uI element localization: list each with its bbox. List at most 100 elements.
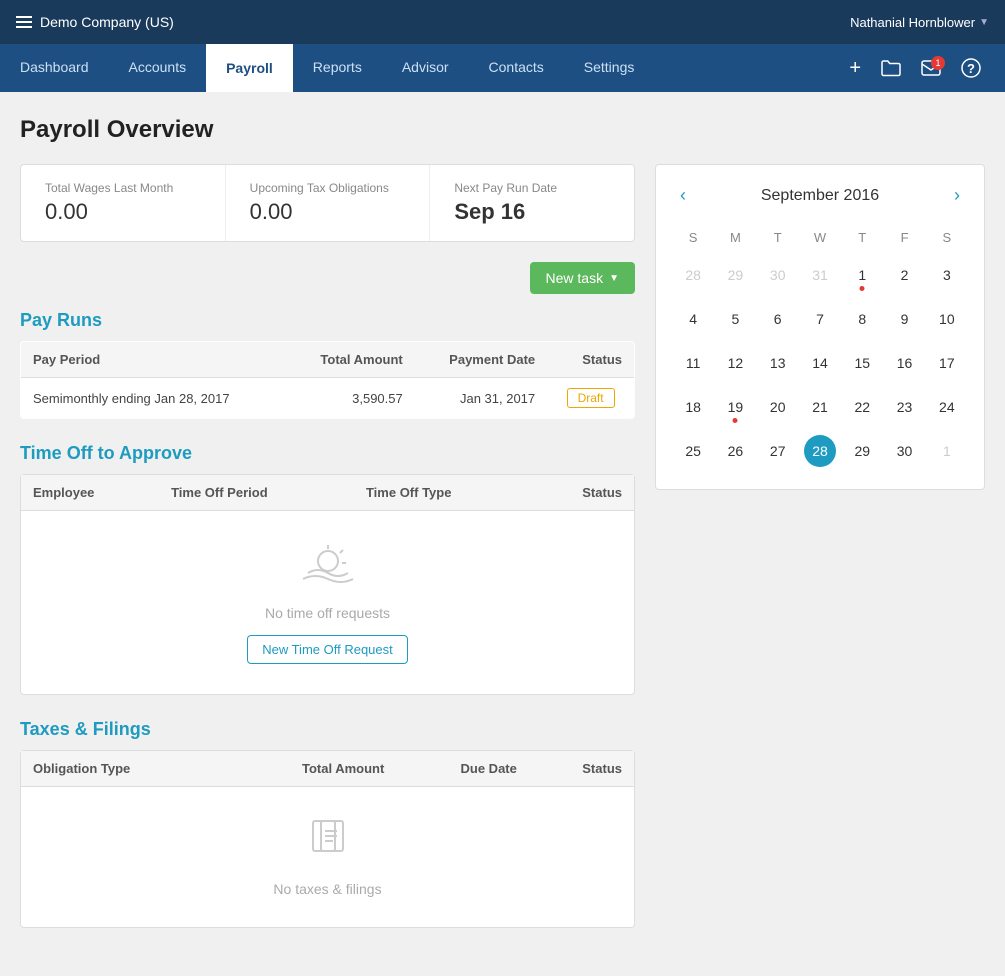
cal-day-s2: S [926,226,968,253]
cal-dot [860,286,865,291]
nav-contacts[interactable]: Contacts [469,44,564,92]
calendar-cell[interactable]: 27 [757,429,799,473]
nav-reports[interactable]: Reports [293,44,382,92]
cal-cell-inner: 27 [762,435,794,467]
stats-card: Total Wages Last Month 0.00 Upcoming Tax… [20,164,635,242]
new-task-button[interactable]: New task ▼ [530,262,635,294]
cal-cell-inner: 19 [719,391,751,423]
top-bar: Demo Company (US) Nathanial Hornblower ▼ [0,0,1005,44]
calendar-cell[interactable]: 6 [757,297,799,341]
nav-settings[interactable]: Settings [564,44,655,92]
total-amount-cell: 3,590.57 [287,378,415,419]
calendar-cell[interactable]: 18 [672,385,714,429]
cal-day-w: W [799,226,841,253]
cal-cell-inner: 28 [677,259,709,291]
new-time-off-request-button[interactable]: New Time Off Request [247,635,408,664]
user-dropdown-arrow[interactable]: ▼ [979,17,989,28]
calendar-cell[interactable]: 17 [926,341,968,385]
calendar-cell[interactable]: 1 [926,429,968,473]
pay-period-cell: Semimonthly ending Jan 28, 2017 [21,378,287,419]
col-taxes-status: Status [529,751,634,787]
cal-cell-inner: 8 [846,303,878,335]
cal-cell-inner: 14 [804,347,836,379]
table-row[interactable]: Semimonthly ending Jan 28, 2017 3,590.57… [21,378,635,419]
svg-text:?: ? [967,61,975,76]
calendar-cell[interactable]: 3 [926,253,968,297]
calendar-cell[interactable]: 7 [799,297,841,341]
calendar-cell[interactable]: 21 [799,385,841,429]
nav-actions: + 1 ? [841,53,1005,84]
calendar-cell[interactable]: 9 [883,297,925,341]
calendar-cell[interactable]: 11 [672,341,714,385]
col-employee: Employee [21,475,159,511]
cal-cell-inner: 24 [931,391,963,423]
cal-cell-inner: 6 [762,303,794,335]
calendar-cell[interactable]: 26 [714,429,756,473]
stat-wages-label: Total Wages Last Month [45,181,201,195]
calendar-cell[interactable]: 24 [926,385,968,429]
cal-cell-inner: 10 [931,303,963,335]
nav-payroll[interactable]: Payroll [206,44,293,92]
col-obligation-type: Obligation Type [21,751,221,787]
cal-cell-inner: 5 [719,303,751,335]
col-status: Status [547,342,634,378]
col-due-date: Due Date [396,751,529,787]
cal-cell-inner: 15 [846,347,878,379]
nav-advisor[interactable]: Advisor [382,44,469,92]
left-column: Total Wages Last Month 0.00 Upcoming Tax… [20,164,635,952]
calendar-cell[interactable]: 29 [841,429,883,473]
new-task-arrow: ▼ [609,273,619,284]
time-off-empty-body: No time off requests New Time Off Reques… [21,511,634,694]
new-task-label: New task [546,270,604,286]
calendar-cell[interactable]: 14 [799,341,841,385]
hamburger-menu[interactable] [16,16,32,28]
add-button[interactable]: + [841,53,869,84]
no-timeoff-icon [298,541,358,591]
cal-day-f: F [883,226,925,253]
cal-cell-inner: 16 [889,347,921,379]
calendar-cell[interactable]: 1 [841,253,883,297]
calendar-cell[interactable]: 8 [841,297,883,341]
folder-button[interactable] [873,55,909,81]
cal-cell-inner: 31 [804,259,836,291]
calendar-cell[interactable]: 5 [714,297,756,341]
calendar-next-button[interactable]: › [946,181,968,210]
col-time-off-status: Status [531,475,634,511]
cal-cell-inner: 28 [804,435,836,467]
calendar-cell[interactable]: 22 [841,385,883,429]
calendar-cell[interactable]: 30 [883,429,925,473]
calendar-cell[interactable]: 10 [926,297,968,341]
calendar-grid: S M T W T F S 28293031123456789101112131… [672,226,968,473]
calendar-cell[interactable]: 15 [841,341,883,385]
calendar-cell[interactable]: 13 [757,341,799,385]
calendar-prev-button[interactable]: ‹ [672,181,694,210]
cal-cell-inner: 2 [889,259,921,291]
calendar-cell[interactable]: 28 [672,253,714,297]
calendar-cell[interactable]: 25 [672,429,714,473]
calendar-cell[interactable]: 23 [883,385,925,429]
calendar-cell[interactable]: 19 [714,385,756,429]
calendar-cell[interactable]: 28 [799,429,841,473]
calendar-cell[interactable]: 30 [757,253,799,297]
calendar-cell[interactable]: 31 [799,253,841,297]
mail-button[interactable]: 1 [913,56,949,80]
layout-row: Total Wages Last Month 0.00 Upcoming Tax… [20,164,985,952]
calendar-cell[interactable]: 12 [714,341,756,385]
pay-runs-title: Pay Runs [20,310,635,331]
stat-date-value: Sep 16 [454,199,610,225]
calendar-cell[interactable]: 29 [714,253,756,297]
cal-cell-inner: 7 [804,303,836,335]
calendar-cell[interactable]: 20 [757,385,799,429]
help-button[interactable]: ? [953,54,989,82]
cal-day-t1: T [757,226,799,253]
cal-cell-inner: 25 [677,435,709,467]
calendar-cell[interactable]: 16 [883,341,925,385]
nav-dashboard[interactable]: Dashboard [0,44,109,92]
calendar-cell[interactable]: 4 [672,297,714,341]
status-cell: Draft [547,378,634,419]
cal-day-m: M [714,226,756,253]
nav-accounts[interactable]: Accounts [109,44,207,92]
cal-cell-inner: 29 [846,435,878,467]
calendar-cell[interactable]: 2 [883,253,925,297]
stat-tax-obligations: Upcoming Tax Obligations 0.00 [226,165,431,241]
